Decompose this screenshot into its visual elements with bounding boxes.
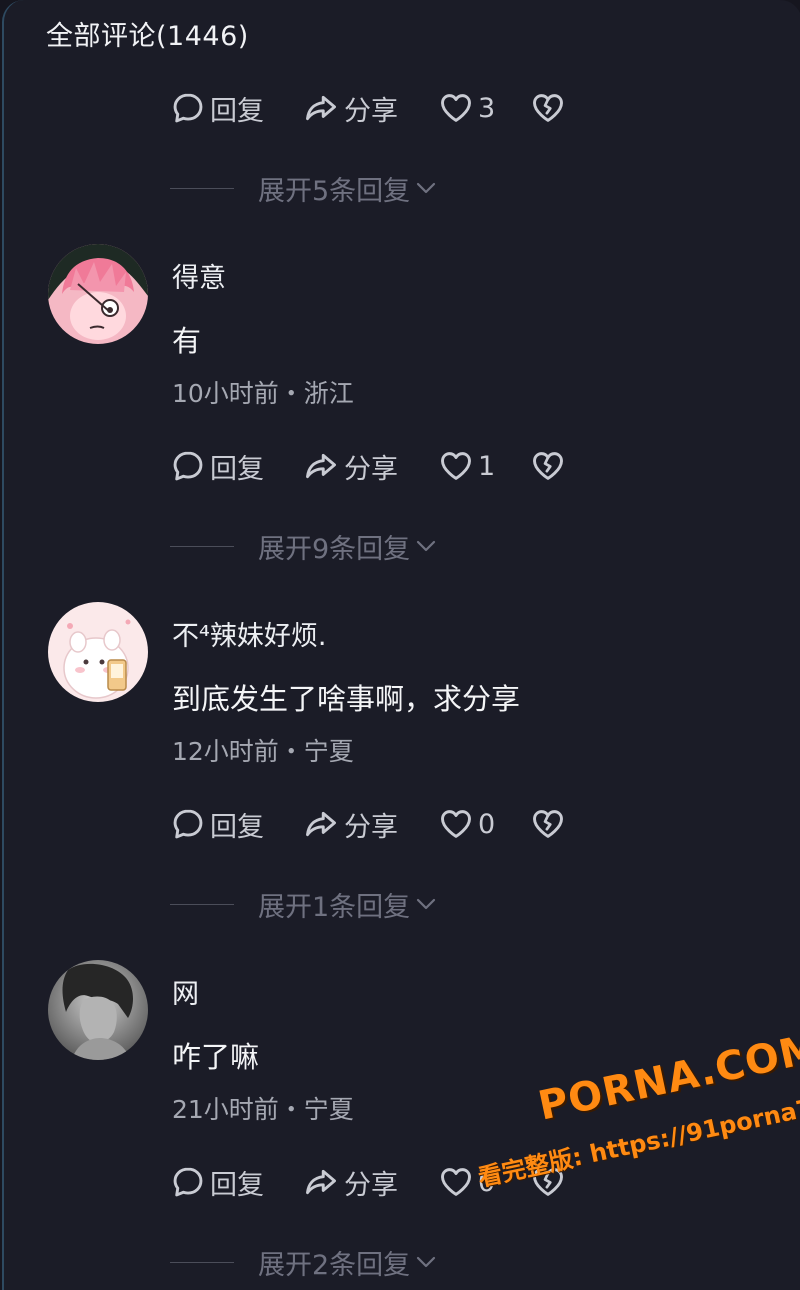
reply-label: 回复 bbox=[210, 811, 264, 843]
avatar[interactable] bbox=[48, 960, 148, 1060]
comment-actions: 回复 分享 0 bbox=[170, 802, 566, 846]
comment-actions: 回复 分享 1 bbox=[170, 444, 566, 488]
expand-replies-button[interactable]: 展开9条回复 bbox=[170, 526, 438, 566]
reply-label: 回复 bbox=[210, 1169, 264, 1201]
comment-meta: 10小时前・浙江 bbox=[172, 379, 354, 408]
heart-icon bbox=[438, 448, 474, 484]
share-arrow-icon bbox=[302, 448, 340, 484]
comment-username[interactable]: 得意 bbox=[172, 256, 226, 295]
reply-label: 回复 bbox=[210, 453, 264, 485]
chevron-down-icon bbox=[414, 1250, 438, 1274]
dislike-button[interactable] bbox=[530, 90, 566, 126]
reply-label: 回复 bbox=[210, 95, 264, 127]
reply-button[interactable]: 回复 bbox=[170, 1163, 302, 1202]
like-button[interactable]: 0 bbox=[438, 806, 530, 842]
broken-heart-icon bbox=[530, 448, 566, 484]
share-label: 分享 bbox=[344, 1169, 398, 1201]
comment-text: 咋了嘛 bbox=[172, 1040, 260, 1074]
comment-username[interactable]: 网 bbox=[172, 972, 199, 1011]
share-button[interactable]: 分享 bbox=[302, 1163, 438, 1202]
like-button[interactable]: 0 bbox=[438, 1164, 530, 1200]
like-button[interactable]: 3 bbox=[438, 90, 530, 126]
share-arrow-icon bbox=[302, 90, 340, 126]
expand-replies-label: 展开1条回复 bbox=[258, 891, 411, 923]
share-button[interactable]: 分享 bbox=[302, 89, 438, 128]
like-button[interactable]: 1 bbox=[438, 448, 530, 484]
expand-replies-label: 展开2条回复 bbox=[258, 1249, 411, 1281]
divider-line bbox=[170, 1261, 234, 1263]
dislike-button[interactable] bbox=[530, 806, 566, 842]
like-count: 0 bbox=[478, 1166, 496, 1198]
share-label: 分享 bbox=[344, 95, 398, 127]
comment-meta: 12小时前・宁夏 bbox=[172, 737, 354, 766]
like-count: 1 bbox=[478, 450, 496, 482]
share-button[interactable]: 分享 bbox=[302, 805, 438, 844]
heart-icon bbox=[438, 1164, 474, 1200]
comment-text: 到底发生了啥事啊，求分享 bbox=[172, 682, 521, 716]
broken-heart-icon bbox=[530, 1164, 566, 1200]
chevron-down-icon bbox=[414, 176, 438, 200]
dislike-button[interactable] bbox=[530, 448, 566, 484]
comment-meta: 21小时前・宁夏 bbox=[172, 1095, 354, 1124]
dislike-button[interactable] bbox=[530, 1164, 566, 1200]
like-count: 0 bbox=[478, 808, 496, 840]
comments-header-title: 全部评论(1446) bbox=[46, 21, 249, 52]
comment-actions: 回复 分享 3 bbox=[170, 86, 566, 130]
avatar[interactable] bbox=[48, 244, 148, 344]
heart-icon bbox=[438, 806, 474, 842]
comment-text: 有 bbox=[172, 324, 202, 358]
comment-icon bbox=[170, 806, 206, 842]
share-arrow-icon bbox=[302, 1164, 340, 1200]
share-arrow-icon bbox=[302, 806, 340, 842]
share-label: 分享 bbox=[344, 811, 398, 843]
chevron-down-icon bbox=[414, 534, 438, 558]
chevron-down-icon bbox=[414, 892, 438, 916]
comments-panel: 全部评论(1446) 回复 分享 3 展开5条回复 得意 有 10小时前・浙江 … bbox=[2, 0, 800, 1290]
broken-heart-icon bbox=[530, 806, 566, 842]
divider-line bbox=[170, 903, 234, 905]
comment-icon bbox=[170, 1164, 206, 1200]
divider-line bbox=[170, 545, 234, 547]
share-button[interactable]: 分享 bbox=[302, 447, 438, 486]
comment-icon bbox=[170, 90, 206, 126]
reply-button[interactable]: 回复 bbox=[170, 805, 302, 844]
expand-replies-label: 展开9条回复 bbox=[258, 533, 411, 565]
expand-replies-button[interactable]: 展开5条回复 bbox=[170, 168, 438, 208]
comment-actions: 回复 分享 0 bbox=[170, 1160, 566, 1204]
reply-button[interactable]: 回复 bbox=[170, 447, 302, 486]
avatar[interactable] bbox=[48, 602, 148, 702]
comment-username[interactable]: 不⁴辣妹好烦. bbox=[172, 614, 326, 653]
broken-heart-icon bbox=[530, 90, 566, 126]
like-count: 3 bbox=[478, 92, 496, 124]
expand-replies-button[interactable]: 展开2条回复 bbox=[170, 1242, 438, 1282]
comment-icon bbox=[170, 448, 206, 484]
divider-line bbox=[170, 187, 234, 189]
reply-button[interactable]: 回复 bbox=[170, 89, 302, 128]
share-label: 分享 bbox=[344, 453, 398, 485]
heart-icon bbox=[438, 90, 474, 126]
expand-replies-button[interactable]: 展开1条回复 bbox=[170, 884, 438, 924]
expand-replies-label: 展开5条回复 bbox=[258, 175, 411, 207]
